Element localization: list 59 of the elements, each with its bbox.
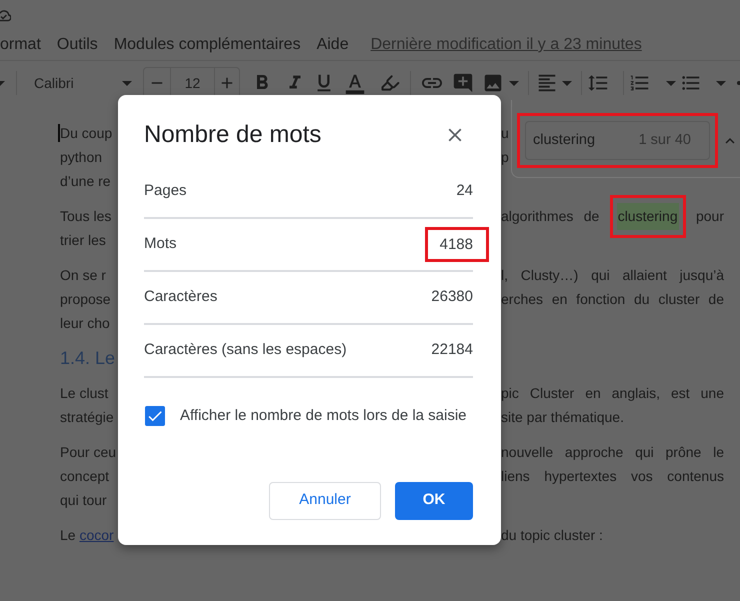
paragraph-text: trier les	[60, 231, 106, 250]
paragraph-text: liens hypertextes vos contenus	[501, 467, 724, 486]
menu-item[interactable]: Outils	[56, 33, 98, 57]
stat-value: 22184	[431, 340, 473, 360]
caret-icon	[122, 80, 132, 86]
paragraph-text: l, Clusty…) qui allaient jusqu’à	[501, 266, 724, 285]
caret-icon[interactable]	[562, 80, 572, 86]
paragraph-text: Le cocor	[60, 526, 114, 545]
menu-item[interactable]: Modules complémentaires	[114, 33, 301, 57]
paragraph-text: Pour ceu	[60, 443, 116, 462]
paragraph-text: algorithmes de clustering pour	[501, 204, 724, 228]
checkbox[interactable]	[145, 406, 165, 426]
menu-item[interactable]: ormat	[0, 33, 41, 57]
paragraph-text: du topic cluster :	[501, 526, 603, 545]
text-color-icon[interactable]	[344, 72, 366, 94]
checkbox-label: Afficher le nombre de mots lors de la saisie	[180, 406, 467, 426]
paragraph-text: erches en fonction du cluster de	[501, 290, 724, 309]
stat-value: 26380	[431, 287, 473, 308]
add-comment-icon[interactable]	[452, 72, 474, 94]
paragraph-text: qui tour	[60, 491, 107, 510]
cloud-check-icon	[0, 10, 11, 22]
last-edit-link[interactable]: Dernière modification il y a 23 minutes	[370, 33, 642, 57]
paragraph-text: Du coup	[60, 124, 112, 143]
caret-icon[interactable]	[716, 80, 726, 86]
link[interactable]: cocor	[79, 527, 114, 543]
paragraph-text: Le clust	[60, 384, 108, 403]
more-icon[interactable]	[737, 81, 740, 85]
highlighter-icon[interactable]	[380, 73, 400, 93]
stat-label: Pages	[144, 181, 187, 202]
paragraph-text: site par thématique.	[501, 408, 624, 427]
paragraph-text: pic Cluster en anglais, est une	[501, 384, 724, 403]
stat-label: Caractères	[144, 287, 218, 308]
ok-button[interactable]: OK	[395, 482, 473, 520]
section-heading: 1.4. Le	[60, 347, 116, 370]
paragraph-text: u	[501, 124, 509, 143]
paragraph-text: On se r	[60, 266, 106, 285]
paragraph-text: leur cho	[60, 314, 110, 333]
caret-icon[interactable]	[666, 80, 676, 86]
paragraph-text: stratégie	[60, 408, 114, 427]
paragraph-text: propose	[60, 290, 111, 309]
cancel-button[interactable]: Annuler	[269, 482, 381, 520]
caret-icon[interactable]	[509, 80, 519, 86]
search-match-highlight: clustering	[616, 203, 679, 230]
stat-label: Mots	[144, 234, 177, 254]
paragraph-text: python	[60, 148, 102, 167]
stat-label: Caractères (sans les espaces)	[144, 340, 347, 360]
stat-value: 24	[456, 181, 473, 202]
font-dropdown[interactable]: Calibri	[26, 68, 138, 98]
paragraph-text: d’une re	[60, 172, 111, 191]
paragraph-text: p	[501, 148, 509, 167]
align-left-icon[interactable]	[536, 72, 558, 94]
stat-value: 4188	[440, 236, 473, 253]
paragraph-text: Tous les	[60, 207, 112, 226]
paragraph-text: concept	[60, 467, 110, 486]
caret-icon[interactable]	[0, 80, 5, 86]
dialog-title: Nombre de mots	[144, 121, 322, 149]
image-icon[interactable]	[482, 72, 504, 94]
paragraph-text: nouvelle approche qui prône le	[501, 443, 724, 462]
menu-item[interactable]: Aide	[316, 33, 349, 57]
